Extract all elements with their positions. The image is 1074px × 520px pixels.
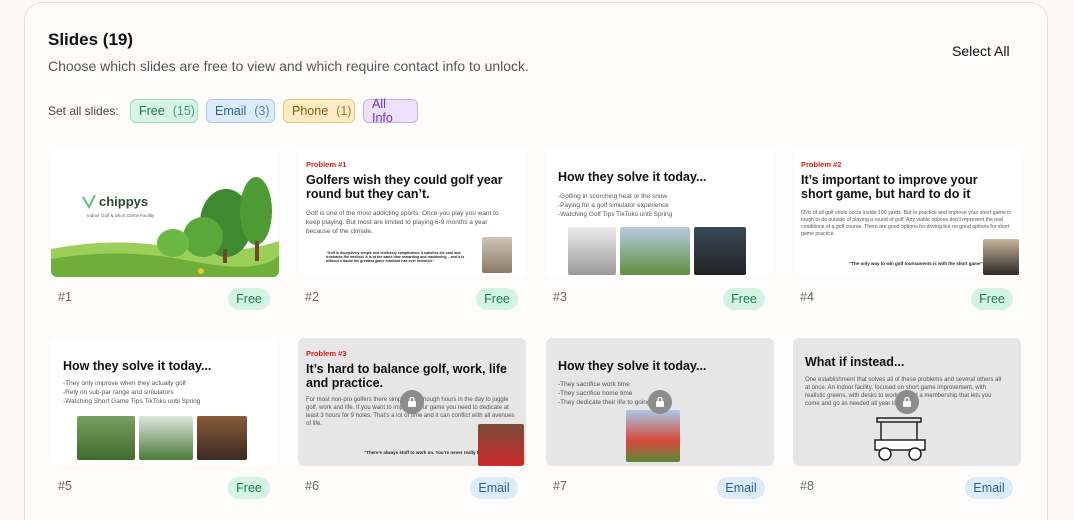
slide-thumbnail-2[interactable]: Problem #1 Golfers wish they could golf … xyxy=(298,149,526,277)
photo-golfer xyxy=(626,410,680,462)
section-subtitle: Choose which slides are free to view and… xyxy=(48,58,529,74)
slide-heading: It’s hard to balance golf, work, life an… xyxy=(306,362,507,390)
slide-tag: Problem #3 xyxy=(306,349,347,358)
slide-line: -They sacrifice work time xyxy=(558,381,630,388)
photo-putting xyxy=(77,416,135,460)
slide-number: #7 xyxy=(553,479,567,493)
set-all-allinfo-chip[interactable]: All Info xyxy=(363,97,418,125)
slide-line: -They dedicate their life to going pro xyxy=(558,399,662,406)
slide-line: -Watching Golf Tips TikToks until Spring xyxy=(558,211,673,218)
access-badge[interactable]: Free xyxy=(971,288,1013,310)
slide-number: #4 xyxy=(800,290,814,304)
slide-number: #2 xyxy=(305,290,319,304)
chippys-logo-icon xyxy=(82,194,96,209)
set-all-phone-chip[interactable]: Phone (1) xyxy=(283,99,355,123)
select-all-button[interactable]: Select All xyxy=(952,43,1010,59)
lock-icon xyxy=(400,390,424,414)
slide-tag: Problem #2 xyxy=(801,160,842,169)
slide-number: #3 xyxy=(553,290,567,304)
access-badge[interactable]: Free xyxy=(476,288,518,310)
photo-tiktok xyxy=(694,227,746,275)
slide-thumbnail-8[interactable]: What if instead... One establishment tha… xyxy=(793,338,1021,466)
access-badge[interactable]: Email xyxy=(717,477,765,499)
set-all-free-chip[interactable]: Free (15) xyxy=(130,99,198,123)
chippys-logo: chippys xyxy=(99,194,149,209)
golf-cart-illustration xyxy=(874,417,926,461)
lock-icon xyxy=(648,390,672,414)
slide-number: #8 xyxy=(800,479,814,493)
slide-tagline: Indoor Golf & Short Game Facility xyxy=(87,213,155,218)
portrait-image xyxy=(478,424,524,466)
slide-heading: How they solve it today... xyxy=(558,170,707,184)
access-badge[interactable]: Email xyxy=(965,477,1013,499)
slide-quote: “Golf is deceptively simple and endlessl… xyxy=(326,251,465,263)
slide-heading: It’s important to improve your short gam… xyxy=(801,173,978,201)
access-badge[interactable]: Email xyxy=(470,477,518,499)
photo-snow-golf xyxy=(568,227,616,275)
chip-count: (1) xyxy=(336,104,352,118)
slide-heading: What if instead... xyxy=(805,355,905,369)
access-badge[interactable]: Free xyxy=(228,288,270,310)
slide-thumbnail-4[interactable]: Problem #2 It’s important to improve you… xyxy=(793,149,1021,277)
slide-thumbnail-7[interactable]: How they solve it today... -They sacrifi… xyxy=(546,338,774,466)
slide-line: -Golfing in scorching heat or the snow xyxy=(558,193,668,200)
slide-heading: How they solve it today... xyxy=(63,359,212,373)
section-title: Slides (19) xyxy=(48,30,134,49)
slide-number: #6 xyxy=(305,479,319,493)
slide-line: -Paying for a golf simulator experience xyxy=(558,202,669,209)
slide-line: -Rely on sub-par range and simulators xyxy=(63,389,174,396)
chip-count: (15) xyxy=(172,104,195,118)
slide-thumbnail-1[interactable]: chippys Indoor Golf & Short Game Facilit… xyxy=(51,149,279,277)
slide-line: -They only improve when they actually go… xyxy=(63,380,186,387)
photo-simulator xyxy=(620,227,690,275)
chip-label: Free xyxy=(139,104,165,118)
slide-thumbnail-6[interactable]: Problem #3 It’s hard to balance golf, wo… xyxy=(298,338,526,466)
slide-thumbnail-5[interactable]: How they solve it today... -They only im… xyxy=(51,338,279,466)
photo-phone xyxy=(197,416,247,460)
chip-label: Email xyxy=(215,104,247,118)
set-all-label: Set all slides: xyxy=(48,104,119,118)
slide-line: -Watching Short Game Tips TikToks until … xyxy=(63,398,201,405)
slide-line: -They sacrifice home time xyxy=(558,390,633,397)
access-badge[interactable]: Free xyxy=(228,477,270,499)
slide-number: #1 xyxy=(58,290,72,304)
slide-heading: How they solve it today... xyxy=(558,359,707,373)
chip-count: (3) xyxy=(254,104,270,118)
photo-range xyxy=(139,416,193,460)
chip-label: Phone xyxy=(292,104,329,118)
portrait-image xyxy=(983,239,1019,275)
slide-tag: Problem #1 xyxy=(306,160,347,169)
golf-course-illustration xyxy=(51,177,279,277)
slide-quote: “There’s always stuff to work on. You’re… xyxy=(364,450,492,455)
portrait-image xyxy=(482,237,512,273)
chip-label: All Info xyxy=(372,97,393,125)
slide-quote: “The only way to win golf tournaments is… xyxy=(849,261,983,266)
lock-icon xyxy=(895,390,919,414)
access-badge[interactable]: Free xyxy=(723,288,765,310)
slide-number: #5 xyxy=(58,479,72,493)
slide-body: Golf is one of the most addicting sports… xyxy=(306,210,499,235)
set-all-email-chip[interactable]: Email (3) xyxy=(206,99,275,123)
slide-thumbnail-3[interactable]: How they solve it today... -Golfing in s… xyxy=(546,149,774,277)
slide-body: 65% of all golf shots occur inside 100 y… xyxy=(801,210,1011,238)
slide-heading: Golfers wish they could golf year round … xyxy=(306,173,503,201)
